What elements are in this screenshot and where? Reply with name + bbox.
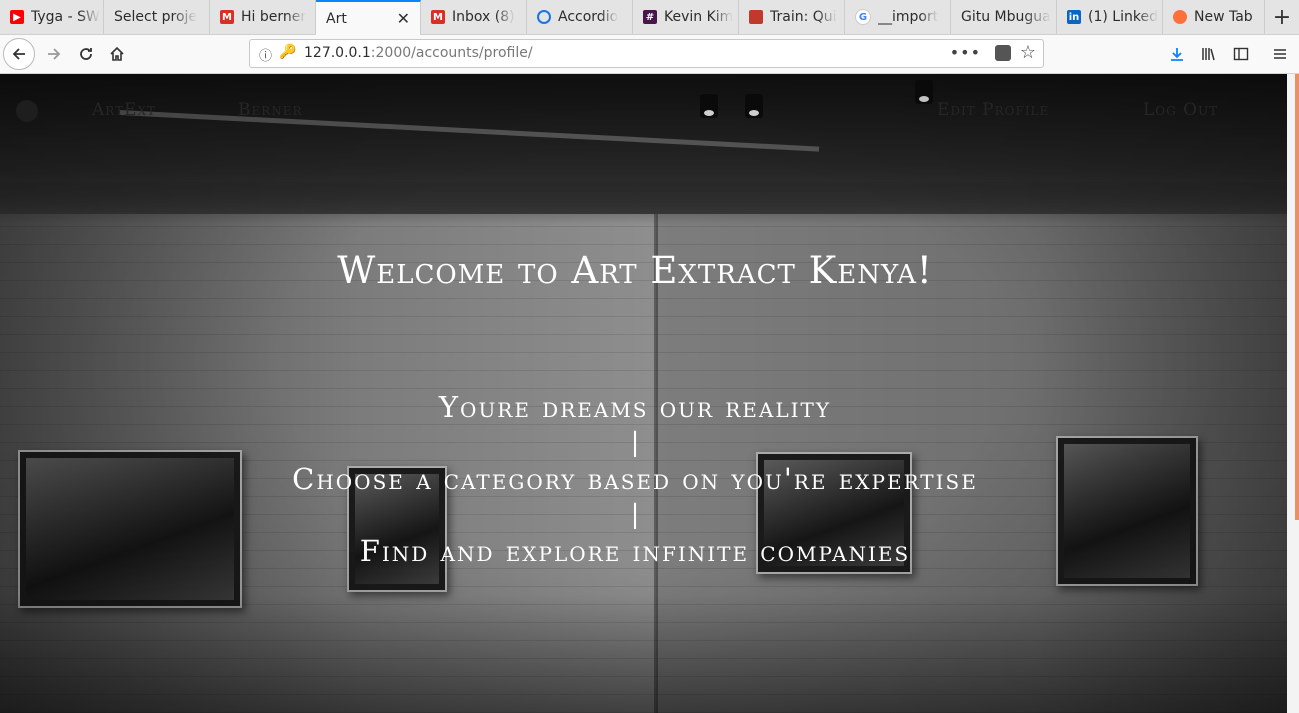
tab-gmail-inbox[interactable]: M Inbox (8) [421, 0, 527, 34]
tab-label: New Tab [1194, 9, 1253, 25]
tab-label: (1) Linked [1088, 9, 1158, 25]
site-logo-icon[interactable] [16, 100, 38, 122]
youtube-icon: ▶ [10, 10, 24, 24]
nav-toolbar: ⓘ 🔑 127.0.0.1:2000/accounts/profile/ •••… [0, 35, 1299, 74]
bookmark-star-icon[interactable]: ☆ [1020, 42, 1036, 63]
tab-art-active[interactable]: Art ✕ [316, 0, 421, 35]
url-text[interactable]: 127.0.0.1:2000/accounts/profile/ [304, 45, 533, 61]
url-bar[interactable]: ⓘ 🔑 127.0.0.1:2000/accounts/profile/ •••… [249, 39, 1044, 68]
hamburger-icon [1274, 49, 1286, 59]
tab-select-project[interactable]: Select proje [104, 0, 210, 34]
close-tab-icon[interactable]: ✕ [397, 9, 410, 28]
info-icon[interactable]: ⓘ [259, 45, 272, 64]
hero-separator: | [630, 428, 640, 458]
tab-label: Select proje [114, 9, 198, 25]
tab-label: Inbox (8) [452, 9, 515, 25]
hero-separator: | [630, 500, 640, 530]
home-icon [110, 46, 124, 61]
library-button[interactable] [1193, 38, 1225, 70]
nav-logout-link[interactable]: Log Out [1143, 100, 1218, 120]
pocket-icon[interactable] [995, 45, 1011, 61]
forward-button[interactable] [38, 38, 70, 70]
google-icon: G [855, 9, 871, 25]
hero-tagline-3: Find and explore infinite companies [359, 534, 911, 568]
tab-label: Art [326, 10, 347, 27]
nav-brand-link[interactable]: ArtExt [92, 100, 156, 120]
hero-title: Welcome to Art Extract Kenya! [337, 249, 933, 292]
back-button[interactable] [3, 38, 35, 70]
downloads-button[interactable] [1161, 38, 1193, 70]
tab-label: __import [878, 9, 939, 25]
nav-username-link[interactable]: Berner [238, 100, 303, 120]
gmail-icon: M [220, 10, 234, 24]
tab-gitu[interactable]: Gitu Mbugua [951, 0, 1057, 34]
reload-button[interactable] [70, 38, 102, 70]
tab-label: Train: Qui [770, 9, 837, 25]
tab-google-import[interactable]: G __import [845, 0, 951, 34]
tab-label: Accordio [558, 9, 619, 25]
sidebar-button[interactable] [1225, 38, 1257, 70]
nav-edit-profile-link[interactable]: Edit Profile [937, 100, 1049, 120]
url-path: :2000/accounts/profile/ [370, 45, 533, 61]
linkedin-icon: in [1067, 10, 1081, 24]
train-icon [749, 10, 763, 24]
accordion-icon [537, 10, 551, 24]
hero-tagline-2: Choose a category based on you're expert… [292, 462, 978, 496]
tab-slack[interactable]: # Kevin Kim [633, 0, 739, 34]
tab-strip: ▶ Tyga - SW Select proje M Hi berner Art… [0, 0, 1299, 35]
download-icon [1171, 48, 1183, 61]
reload-icon [80, 48, 92, 60]
sidebar-icon [1233, 47, 1249, 61]
page-actions-icon[interactable]: ••• [950, 43, 981, 62]
firefox-icon [1173, 10, 1187, 24]
new-tab-button[interactable]: + [1265, 0, 1299, 34]
tab-label: Gitu Mbugua [961, 9, 1051, 25]
menu-button[interactable] [1264, 38, 1296, 70]
hero-tagline-1: Youre dreams our reality [438, 390, 832, 424]
url-host: 127.0.0.1 [304, 45, 371, 61]
gmail-icon: M [431, 10, 445, 24]
home-button[interactable] [101, 38, 133, 70]
tab-label: Kevin Kim [664, 9, 734, 25]
tab-gmail-hi-berner[interactable]: M Hi berner [210, 0, 316, 34]
tab-youtube[interactable]: ▶ Tyga - SW [0, 0, 104, 34]
scrollbar-thumb[interactable] [1295, 74, 1299, 520]
tab-new-tab[interactable]: New Tab [1163, 0, 1265, 34]
site-navbar: ArtExt Berner Edit Profile Log Out [0, 98, 1287, 128]
arrow-left-icon [12, 48, 25, 60]
tab-label: Tyga - SW [31, 9, 100, 25]
tab-accordion[interactable]: Accordio [527, 0, 633, 34]
tab-label: Hi berner [241, 9, 307, 25]
key-icon: 🔑 [279, 44, 297, 60]
arrow-right-icon [48, 48, 61, 60]
page-viewport: ArtExt Berner Edit Profile Log Out Welco… [0, 74, 1287, 713]
tab-linkedin[interactable]: in (1) Linked [1057, 0, 1163, 34]
slack-icon: # [643, 10, 657, 24]
library-icon [1202, 48, 1215, 61]
tab-train[interactable]: Train: Qui [739, 0, 845, 34]
